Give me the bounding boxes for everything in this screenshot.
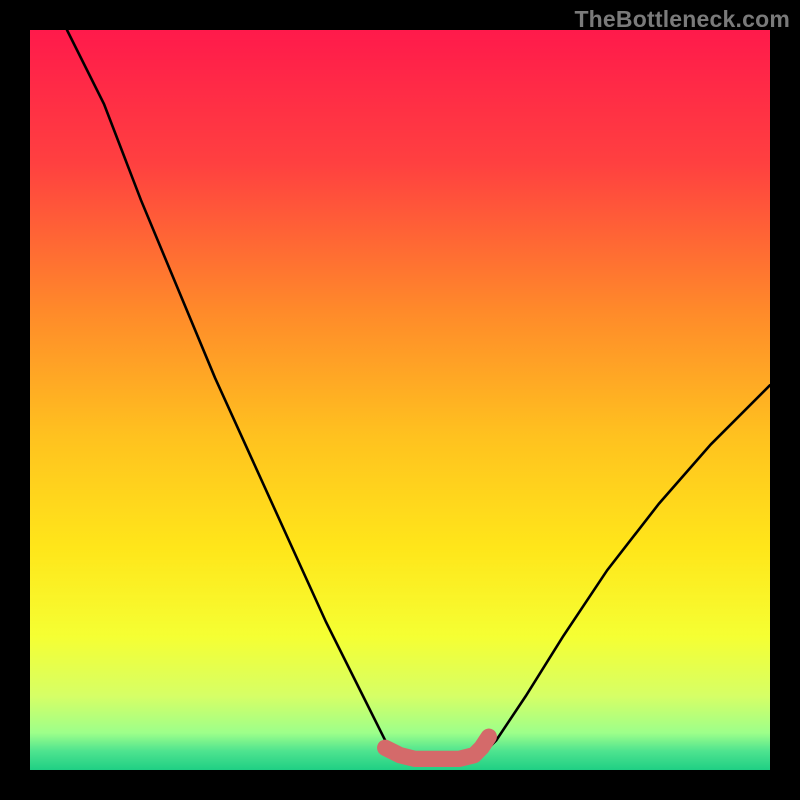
watermark-text: TheBottleneck.com (574, 6, 790, 33)
gradient-background (30, 30, 770, 770)
bottleneck-chart (30, 30, 770, 770)
chart-stage: TheBottleneck.com (0, 0, 800, 800)
